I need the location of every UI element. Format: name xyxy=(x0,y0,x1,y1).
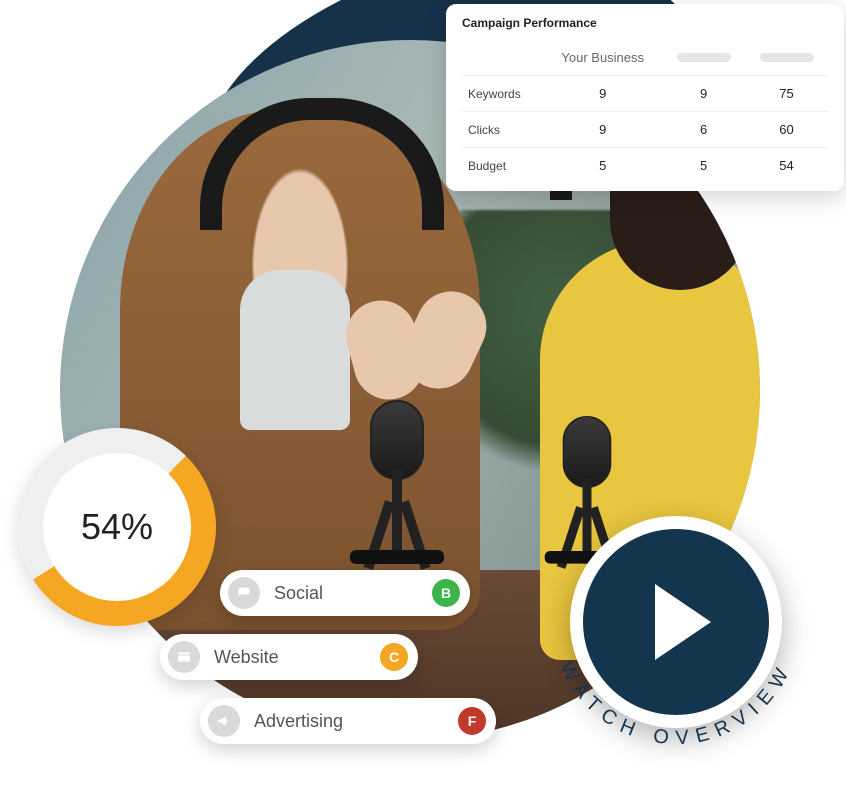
table-row: Budget 5 5 54 xyxy=(462,148,828,184)
category-pill-advertising[interactable]: Advertising F xyxy=(200,698,496,744)
svg-text:WATCH OVERVIEW: WATCH OVERVIEW xyxy=(555,658,797,749)
watch-overview-cta[interactable]: WATCH OVERVIEW xyxy=(526,484,826,784)
campaign-performance-table: Your Business Keywords 9 9 75 Clicks 9 6… xyxy=(462,40,828,183)
category-pill-social[interactable]: Social B xyxy=(220,570,470,616)
browser-icon xyxy=(168,641,200,673)
grade-badge: C xyxy=(380,643,408,671)
megaphone-icon xyxy=(208,705,240,737)
score-gauge: 54% xyxy=(18,428,216,626)
watch-overview-label: WATCH OVERVIEW xyxy=(526,484,826,784)
grade-badge: B xyxy=(432,579,460,607)
pill-label: Advertising xyxy=(254,711,444,732)
pill-label: Social xyxy=(274,583,418,604)
score-gauge-value: 54% xyxy=(81,506,153,548)
column-competitor-a xyxy=(662,40,745,76)
grade-badge: F xyxy=(458,707,486,735)
category-pill-website[interactable]: Website C xyxy=(160,634,418,680)
chat-icon xyxy=(228,577,260,609)
table-row: Keywords 9 9 75 xyxy=(462,76,828,112)
campaign-performance-card: Campaign Performance Your Business Keywo… xyxy=(446,4,844,191)
column-competitor-b xyxy=(745,40,828,76)
pill-label: Website xyxy=(214,647,366,668)
column-your-business: Your Business xyxy=(543,40,662,76)
campaign-performance-title: Campaign Performance xyxy=(462,16,828,30)
table-row: Clicks 9 6 60 xyxy=(462,112,828,148)
